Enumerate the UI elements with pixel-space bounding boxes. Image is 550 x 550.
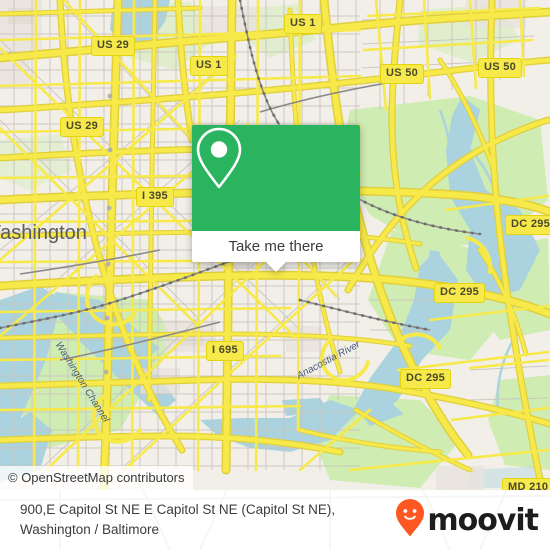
moovit-brand[interactable]: moovit [395, 498, 539, 543]
moovit-wordmark: moovit [427, 502, 539, 538]
road-shield: US 50 [380, 64, 425, 84]
road-shield: US 29 [60, 117, 105, 137]
road-shield: I 695 [206, 341, 244, 361]
road-shield: MD 210 [502, 478, 550, 490]
callout-tail [266, 262, 286, 272]
footer-bar: 900,E Capitol St NE E Capitol St NE (Cap… [0, 490, 550, 550]
map-attribution[interactable]: © OpenStreetMap contributors [0, 466, 193, 490]
road-shield: I 395 [136, 187, 174, 207]
road-shield: US 1 [284, 14, 322, 34]
map-label-washington: Washington [0, 222, 87, 244]
road-shield: US 1 [190, 56, 228, 76]
moovit-pin-icon [395, 498, 425, 543]
road-shield: DC 295 [434, 283, 486, 303]
road-shield: US 50 [478, 58, 523, 78]
road-shield: DC 295 [505, 215, 550, 235]
callout-icon-area [192, 125, 360, 231]
take-me-there-label: Take me there [228, 238, 324, 255]
location-address: 900,E Capitol St NE E Capitol St NE (Cap… [20, 500, 395, 539]
callout-action-bar[interactable]: Take me there [192, 231, 360, 272]
address-line-2: Washington / Baltimore [20, 522, 160, 537]
map-canvas[interactable]: Washington Washington Channel Anacostia … [0, 0, 550, 490]
take-me-there-callout[interactable]: Take me there [192, 125, 360, 272]
screenshot-root: Washington Washington Channel Anacostia … [0, 0, 550, 550]
address-line-1: 900,E Capitol St NE E Capitol St NE (Cap… [20, 502, 336, 518]
road-shield: DC 295 [400, 369, 452, 389]
road-shield: US 29 [91, 36, 136, 56]
